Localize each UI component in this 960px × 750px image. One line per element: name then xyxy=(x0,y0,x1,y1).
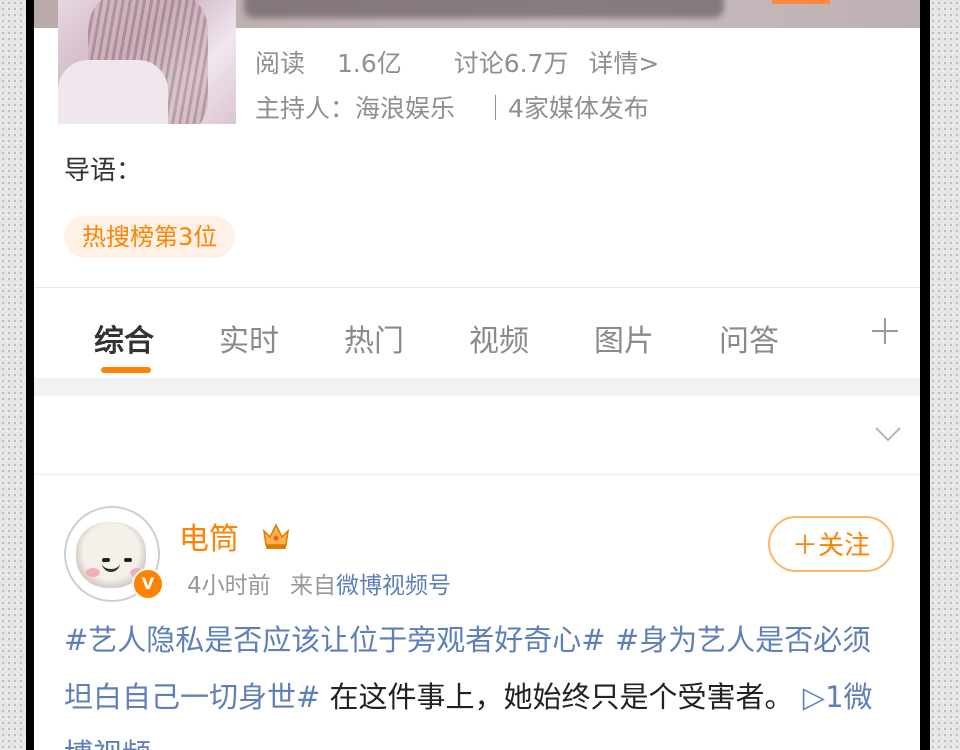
divider xyxy=(34,474,920,475)
reads-label: 阅读 xyxy=(255,49,306,78)
avatar-eye xyxy=(124,558,132,562)
hashtag-link[interactable]: #艺人隐私是否应该让位于旁观者好奇心# xyxy=(64,623,606,657)
header-orange-chip xyxy=(772,0,830,4)
blurred-topic-title xyxy=(244,0,724,18)
post-time: 4小时前 xyxy=(187,573,271,599)
avatar-eye xyxy=(102,558,110,562)
tab-images[interactable]: 图片 xyxy=(594,316,654,360)
phone-frame: 阅读 1.6亿 讨论6.7万 详情> 主持人：海浪娱乐 ｜4家媒体发布 导语： … xyxy=(26,0,930,750)
media-count[interactable]: ｜4家媒体发布 xyxy=(483,94,649,123)
chevron-down-icon[interactable] xyxy=(874,424,902,444)
reads-value: 1.6亿 xyxy=(336,49,402,78)
tab-hot[interactable]: 热门 xyxy=(344,316,404,360)
tab-realtime[interactable]: 实时 xyxy=(219,316,279,360)
avatar-blush xyxy=(86,568,100,577)
post-source[interactable]: 微博视频号 xyxy=(336,573,451,599)
section-separator xyxy=(34,378,920,396)
author-name[interactable]: 电筒 xyxy=(179,514,239,558)
topic-cover-image[interactable] xyxy=(58,0,236,124)
host-line: 主持人：海浪娱乐 ｜4家媒体发布 xyxy=(255,89,649,125)
tab-bar: 综合 实时 热门 视频 图片 问答 xyxy=(34,288,920,378)
host-label[interactable]: 主持人：海浪娱乐 xyxy=(255,94,455,123)
post-text: 在这件事上，她始终只是个受害者。 xyxy=(320,680,794,714)
app-screen: 阅读 1.6亿 讨论6.7万 详情> 主持人：海浪娱乐 ｜4家媒体发布 导语： … xyxy=(34,0,920,750)
tab-video[interactable]: 视频 xyxy=(469,316,529,360)
tab-comprehensive[interactable]: 综合 xyxy=(94,316,154,360)
intro-label: 导语： xyxy=(64,156,143,186)
cover-coat xyxy=(58,60,168,124)
hot-search-badge[interactable]: 热搜榜第3位 xyxy=(64,216,236,258)
tab-qa[interactable]: 问答 xyxy=(719,316,779,360)
topic-stats: 阅读 1.6亿 讨论6.7万 详情> xyxy=(255,44,659,80)
post-meta: 4小时前 来自微博视频号 xyxy=(187,566,451,600)
post-body: #艺人隐私是否应该让位于旁观者好奇心# #身为艺人是否必须坦白自己一切身世# 在… xyxy=(64,612,884,750)
plus-icon[interactable] xyxy=(870,316,900,346)
active-tab-indicator xyxy=(101,367,151,373)
source-prefix: 来自 xyxy=(289,573,336,599)
crown-icon[interactable] xyxy=(260,519,292,551)
details-link[interactable]: 详情> xyxy=(588,44,659,80)
follow-button[interactable]: ＋关注 xyxy=(768,516,894,572)
verified-badge: V xyxy=(132,568,164,600)
discuss-count: 讨论6.7万 xyxy=(453,49,569,78)
